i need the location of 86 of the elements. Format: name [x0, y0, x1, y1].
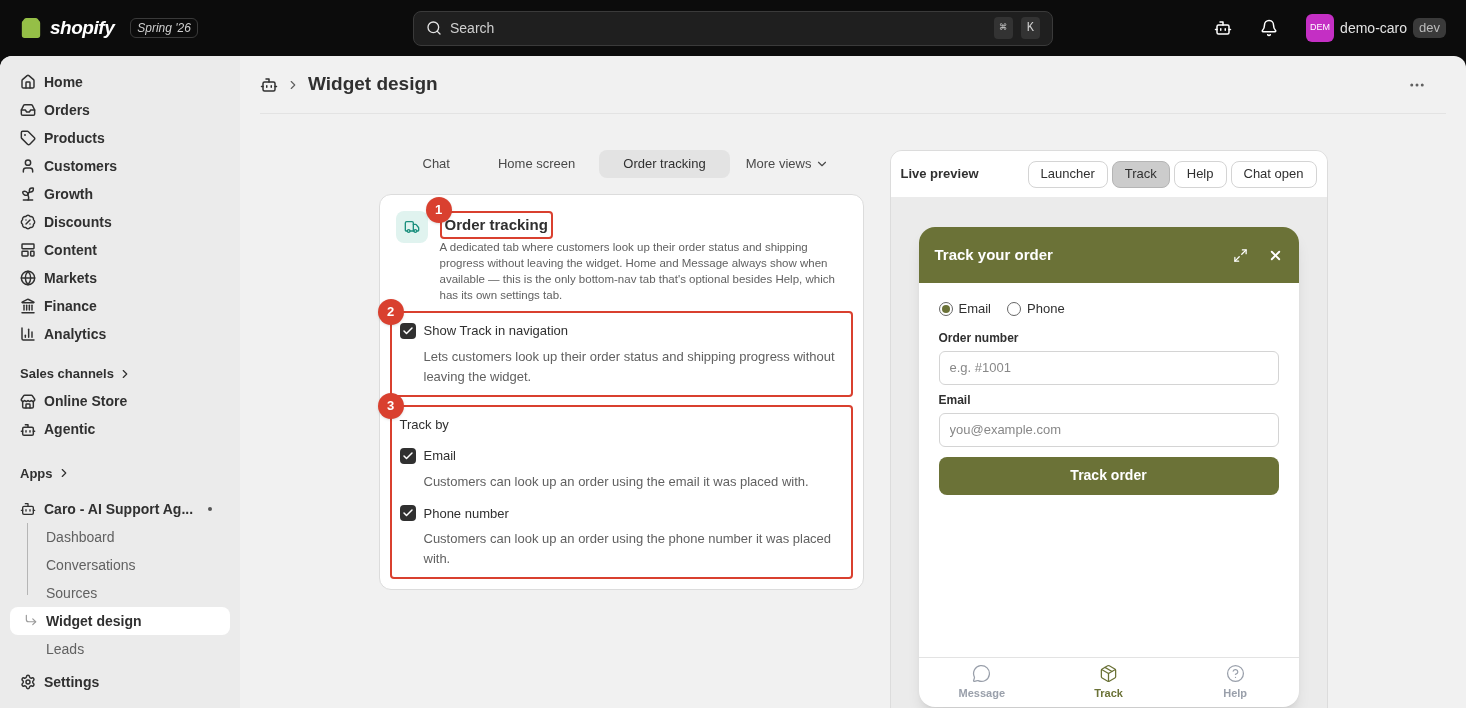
help-icon [1225, 663, 1245, 683]
nav-icon [20, 130, 36, 146]
field-label: Email [938, 391, 972, 409]
field-label: Order number [938, 329, 1020, 347]
truck-icon [395, 211, 428, 243]
nav-icon [20, 74, 36, 90]
checkbox[interactable] [399, 447, 416, 464]
preview-view-button[interactable]: Help [1173, 160, 1227, 188]
nav-icon [20, 326, 36, 342]
bottom-nav-tab[interactable]: Track [1045, 658, 1172, 707]
nav-item[interactable]: Orders [10, 96, 230, 124]
radio-label[interactable]: Email [958, 299, 991, 319]
search-field[interactable]: Search ⌘ K [413, 10, 1053, 46]
input-field[interactable]: e.g. #1001 [938, 350, 1279, 385]
nav-item[interactable]: Products [10, 124, 230, 152]
nav-icon [20, 214, 36, 230]
check-icon [401, 324, 414, 337]
view-tab[interactable]: Chat [398, 150, 474, 178]
checkbox[interactable] [399, 505, 416, 522]
nav-icon [20, 674, 36, 690]
track-order-button[interactable]: Track order [938, 456, 1279, 495]
app-icon[interactable] [260, 75, 278, 94]
more-views-tab[interactable]: More views [729, 150, 846, 178]
nav-icon [20, 186, 36, 202]
shortcut-key: K [1020, 17, 1040, 39]
nav-icon [20, 158, 36, 174]
section-heading[interactable]: Apps [10, 463, 230, 483]
speech-bubble-icon [972, 663, 992, 683]
nav-icon [20, 242, 36, 258]
nav-subitem[interactable]: Widget design [10, 607, 230, 635]
nav-subitem[interactable]: Sources [10, 579, 230, 607]
check-icon [401, 449, 414, 462]
nav-subitem[interactable]: Leads [10, 635, 230, 663]
radio-label[interactable]: Phone [1027, 299, 1065, 319]
help-text: Customers can look up an order using the phone number it was placed with. [422, 530, 833, 568]
input-field[interactable]: you@example.com [938, 412, 1279, 447]
preview-view-button[interactable]: Launcher [1027, 160, 1108, 188]
nav-icon [20, 393, 36, 410]
nav-item[interactable]: Online Store [10, 387, 230, 416]
nav-item[interactable]: Growth [10, 180, 230, 208]
nav-item[interactable]: Home [10, 68, 230, 96]
shortcut-key: ⌘ [993, 17, 1013, 39]
page-title: Widget design [308, 72, 439, 97]
nav-icon [20, 421, 36, 438]
nav-item[interactable]: Content [10, 236, 230, 264]
checkbox[interactable] [399, 322, 416, 339]
expand-icon[interactable] [1232, 247, 1248, 263]
nav-item[interactable]: Agentic [10, 415, 230, 444]
nav-icon [20, 298, 36, 314]
store-name[interactable]: demo-caro [1340, 17, 1408, 39]
nav-item[interactable]: Customers [10, 152, 230, 180]
nav-subitem[interactable]: Dashboard [10, 523, 230, 551]
notifications-icon[interactable] [1260, 19, 1279, 37]
view-tab[interactable]: Order tracking [599, 150, 730, 178]
nav-subitem[interactable]: Conversations [10, 551, 230, 579]
preview-title: Live preview [900, 165, 980, 184]
box-icon [1099, 663, 1118, 683]
nav-item[interactable]: Settings [10, 668, 230, 696]
nav-icon [20, 270, 36, 286]
annotation-number: 2 [377, 299, 404, 325]
nav-icon [20, 102, 36, 118]
nav-item[interactable]: Finance [10, 292, 230, 320]
section-heading[interactable]: Sales channels [10, 364, 230, 384]
app-name[interactable]: Caro - AI Support Ag... [44, 498, 200, 520]
nav-item[interactable]: Discounts [10, 208, 230, 236]
release-badge: Spring '26 [130, 18, 198, 38]
checkbox-label[interactable]: Phone number [423, 503, 509, 523]
store-avatar[interactable]: DEM [1306, 14, 1335, 42]
help-text: Lets customers look up their order status and shipping progress without leaving the widget. [422, 347, 836, 386]
help-text: Customers can look up an order using the email it was placed with. [422, 472, 810, 491]
widget-title: Track your order [934, 244, 1054, 265]
annotation-number: 3 [377, 392, 404, 419]
preview-view-button[interactable]: Chat open [1230, 160, 1317, 188]
nav-item[interactable]: Analytics [10, 320, 230, 348]
view-tab[interactable]: Home screen [473, 150, 600, 178]
dev-badge: dev [1413, 18, 1446, 38]
nav-item[interactable]: Markets [10, 264, 230, 292]
branch-arrow-icon [24, 613, 38, 627]
checkbox-label[interactable]: Show Track in navigation [423, 321, 569, 341]
checkbox-label[interactable]: Email [423, 446, 456, 466]
assistant-icon[interactable] [1214, 19, 1233, 37]
brand-logo[interactable]: shopify [50, 13, 115, 43]
preview-view-button[interactable]: Track [1111, 160, 1170, 188]
app-icon [20, 501, 36, 517]
search-icon [426, 20, 442, 36]
card-description: A dedicated tab where customers look up their order status and shipping progress without leaving the widget. Home and Message always show when available — this is the only bottom-nav tab that's optional besides Help, which has its own settings tab. [439, 240, 836, 303]
